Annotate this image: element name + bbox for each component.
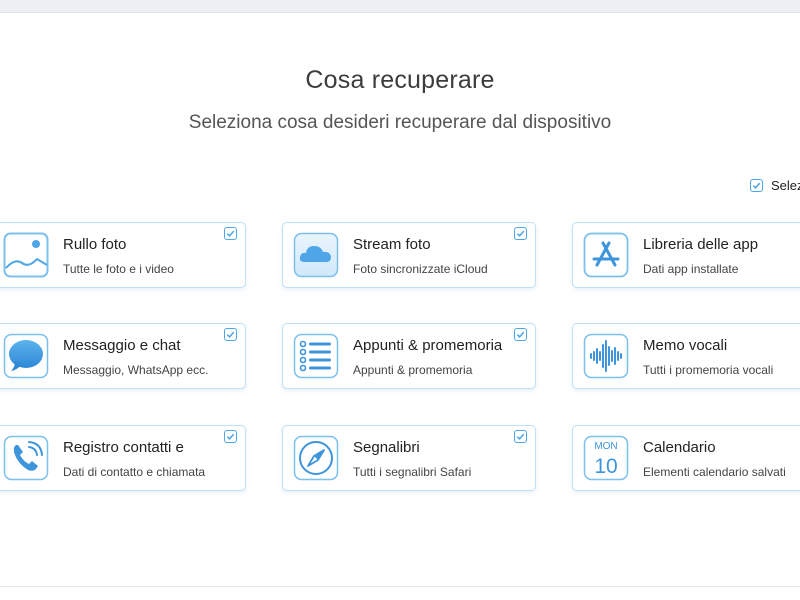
voice-memo-waveform-icon <box>583 333 629 379</box>
phone-icon <box>3 435 49 481</box>
category-description: Messaggio, WhatsApp ecc. <box>63 363 209 377</box>
checkbox-checked-icon[interactable] <box>514 227 527 240</box>
checkbox-checked-icon[interactable] <box>224 430 237 443</box>
category-card-appunti-promemoria[interactable]: Appunti & promemoria Appunti & promemori… <box>282 323 536 389</box>
calendar-icon: MON 10 <box>583 435 629 481</box>
select-all-label: Selez <box>771 177 800 193</box>
calendar-month-text: MON <box>594 441 617 452</box>
category-label: Appunti & promemoria <box>353 337 513 354</box>
checkbox-checked-icon[interactable] <box>514 430 527 443</box>
select-all-checkbox[interactable]: Selez <box>750 175 800 195</box>
footer-divider <box>0 586 800 587</box>
category-description: Elementi calendario salvati <box>643 465 786 479</box>
notes-list-icon <box>293 333 339 379</box>
checkbox-checked-icon[interactable] <box>514 328 527 341</box>
category-card-stream-foto[interactable]: Stream foto Foto sincronizzate iCloud <box>282 222 536 288</box>
category-card-messaggio-chat[interactable]: Messaggio e chat Messaggio, WhatsApp ecc… <box>0 323 246 389</box>
checkbox-checked-icon[interactable] <box>224 227 237 240</box>
checkbox-checked-icon[interactable] <box>224 328 237 341</box>
category-description: Tutti i promemoria vocali <box>643 363 774 377</box>
category-card-memo-vocali[interactable]: Memo vocali Tutti i promemoria vocali <box>572 323 800 389</box>
category-label: Libreria delle app <box>643 236 759 253</box>
category-card-calendario[interactable]: MON 10 Calendario Elementi calendario sa… <box>572 425 800 491</box>
category-card-segnalibri[interactable]: Segnalibri Tutti i segnalibri Safari <box>282 425 536 491</box>
page-subtitle: Seleziona cosa desideri recuperare dal d… <box>188 112 612 133</box>
cloud-icon <box>293 232 339 278</box>
category-description: Appunti & promemoria <box>353 363 473 377</box>
category-description: Tutti i segnalibri Safari <box>353 465 472 479</box>
category-label: Segnalibri <box>353 439 420 456</box>
category-label: Rullo foto <box>63 236 127 253</box>
compass-icon <box>293 435 339 481</box>
category-label: Registro contatti e <box>63 439 184 456</box>
category-description: Tutte le foto e i video <box>63 262 174 276</box>
category-card-registro-contatti[interactable]: Registro contatti e Dati di contatto e c… <box>0 425 246 491</box>
category-card-rullo-foto[interactable]: Rullo foto Tutte le foto e i video <box>0 222 246 288</box>
category-description: Dati di contatto e chiamata <box>63 465 206 479</box>
checkbox-checked-icon <box>750 178 763 192</box>
category-label: Calendario <box>643 439 716 456</box>
calendar-day-text: 10 <box>594 455 617 478</box>
category-card-libreria-app[interactable]: Libreria delle app Dati app installate <box>572 222 800 288</box>
category-label: Memo vocali <box>643 337 728 354</box>
category-description: Foto sincronizzate iCloud <box>353 262 488 276</box>
photo-icon <box>3 232 49 278</box>
category-label: Stream foto <box>353 236 431 253</box>
top-bar <box>0 0 800 13</box>
category-label: Messaggio e chat <box>63 337 181 354</box>
app-store-icon <box>583 232 629 278</box>
page-title: Cosa recuperare <box>305 66 495 94</box>
category-description: Dati app installate <box>643 262 739 276</box>
message-bubble-icon <box>3 333 49 379</box>
